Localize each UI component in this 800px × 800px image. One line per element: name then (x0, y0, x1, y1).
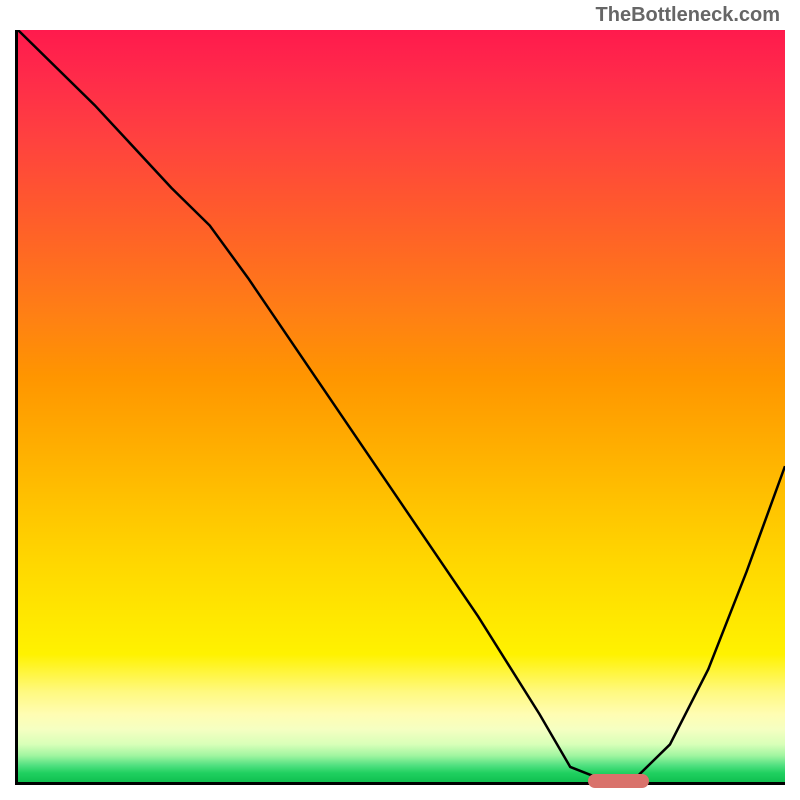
chart-plot-area (15, 30, 785, 785)
optimal-marker (588, 774, 650, 788)
bottleneck-curve-line (18, 30, 785, 782)
watermark-text: TheBottleneck.com (596, 4, 780, 27)
curve-svg (18, 30, 785, 782)
